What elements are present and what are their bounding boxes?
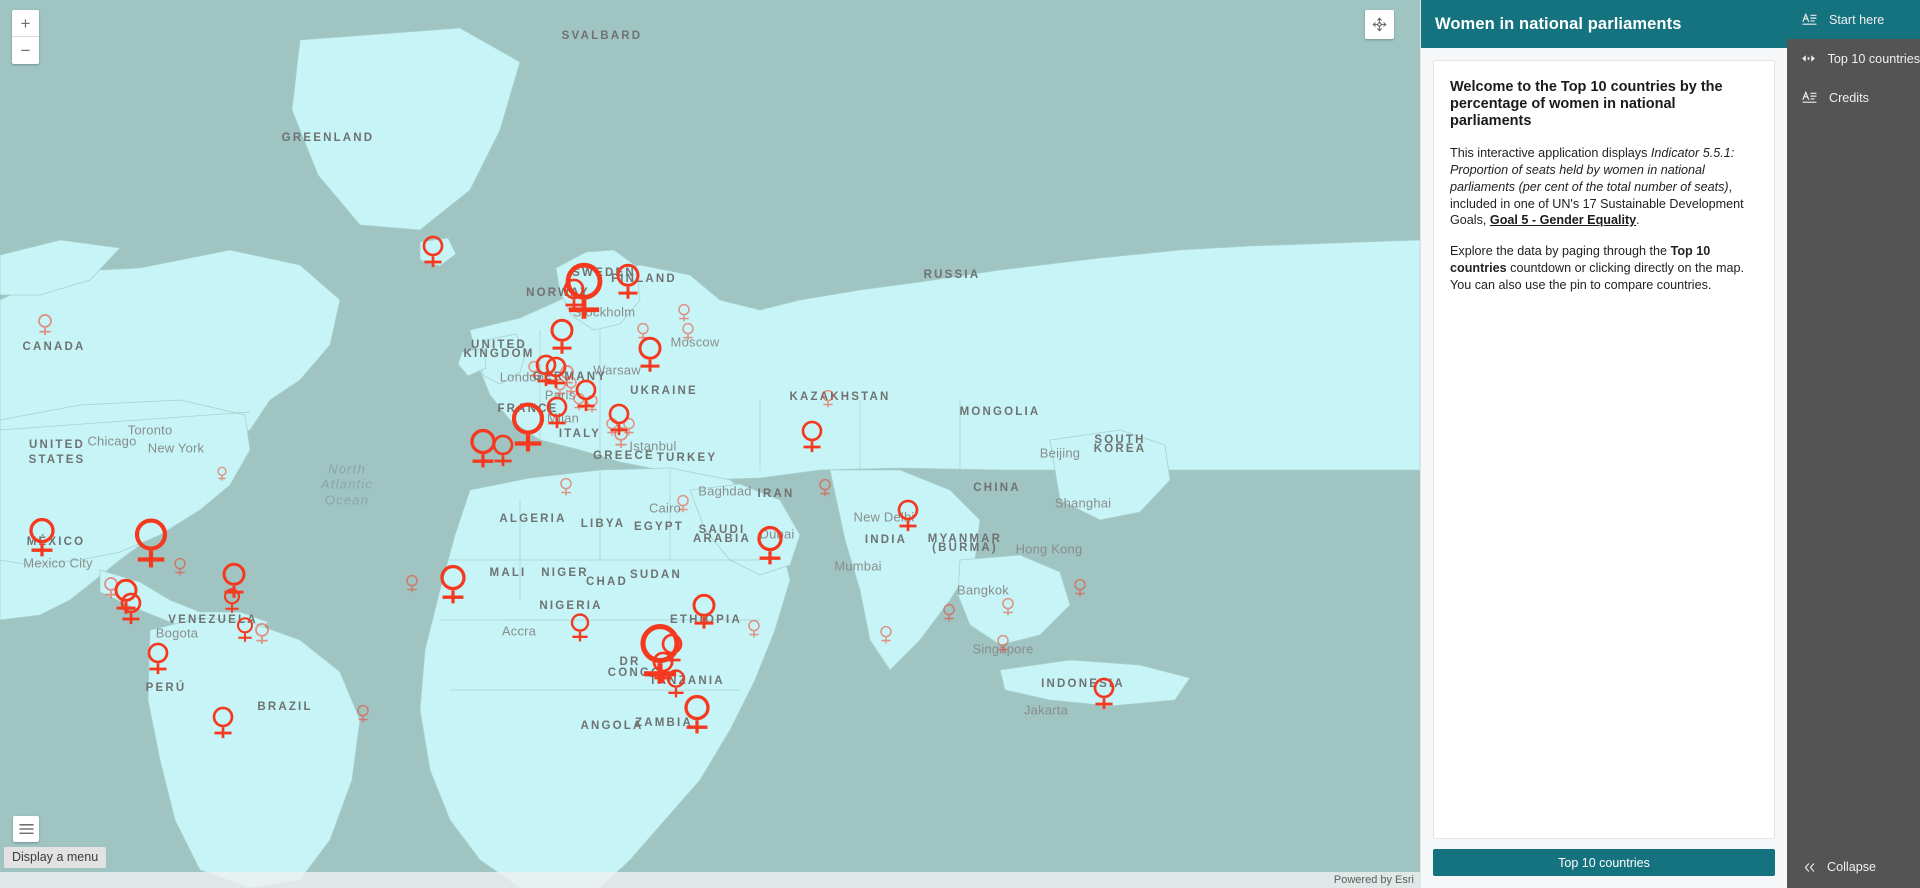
rail-item-label: Top 10 countries (1827, 51, 1920, 66)
map-canvas[interactable]: SVALBARD GREENLAND RUSSIA CANADA SWEDEN FINLA… (0, 0, 1420, 888)
text-lines-icon (1801, 91, 1818, 104)
p2-text-a: Explore the data by paging through the (1450, 244, 1671, 259)
application-root: SVALBARD GREENLAND RUSSIA CANADA SWEDEN FINLA… (0, 0, 1920, 888)
rail-item-list: Start here Top 10 countries Credits (1787, 0, 1920, 117)
country-marker-venus-icon[interactable] (681, 321, 696, 343)
intro-paragraph-2: Explore the data by paging through the T… (1450, 243, 1758, 293)
country-marker-venus-icon[interactable] (405, 573, 420, 595)
side-panel: Women in national parliaments Welcome to… (1420, 0, 1787, 888)
intro-card: Welcome to the Top 10 countries by the p… (1433, 60, 1775, 839)
country-marker-venus-icon[interactable] (690, 591, 718, 633)
country-marker-venus-icon[interactable] (612, 425, 630, 451)
menu-tooltip: Display a menu (4, 847, 107, 868)
country-marker-venus-icon[interactable] (942, 602, 957, 624)
country-marker-venus-icon[interactable] (747, 618, 762, 640)
country-marker-venus-icon[interactable] (799, 418, 824, 456)
collapse-button[interactable]: Collapse (1787, 846, 1920, 888)
intro-paragraph-1: This interactive application displays In… (1450, 145, 1758, 229)
country-marker-venus-icon[interactable] (561, 276, 586, 314)
country-marker-venus-icon[interactable] (210, 704, 235, 742)
country-marker-venus-icon[interactable] (1001, 596, 1016, 618)
country-marker-venus-icon[interactable] (1073, 577, 1088, 599)
left-right-arrows-icon (1801, 53, 1817, 64)
country-marker-venus-icon[interactable] (996, 633, 1011, 655)
country-marker-venus-icon[interactable] (527, 359, 542, 381)
map-attribution-bar: Powered by Esri (0, 872, 1420, 888)
country-marker-venus-icon[interactable] (1091, 675, 1116, 713)
double-chevron-left-icon (1801, 862, 1818, 873)
card-heading: Welcome to the Top 10 countries by the p… (1450, 79, 1723, 129)
country-marker-venus-icon[interactable] (755, 523, 786, 568)
panel-body: Welcome to the Top 10 countries by the p… (1421, 48, 1787, 839)
country-marker-venus-icon[interactable] (235, 615, 255, 645)
country-marker-venus-icon[interactable] (132, 515, 170, 572)
country-marker-venus-icon[interactable] (676, 493, 691, 515)
country-marker-venus-icon[interactable] (253, 621, 271, 647)
country-marker-venus-icon[interactable] (636, 334, 664, 376)
world-map-graphic (0, 0, 1420, 888)
rail-item-start-here[interactable]: Start here (1787, 0, 1920, 39)
country-marker-venus-icon[interactable] (818, 477, 833, 499)
p1-text-c: . (1636, 213, 1640, 228)
hamburger-menu-icon[interactable] (13, 816, 39, 842)
map-zoom-controls[interactable]: + − (12, 10, 39, 64)
country-marker-venus-icon[interactable] (216, 465, 229, 483)
p1-text-a: This interactive application displays (1450, 146, 1651, 161)
top-10-countries-button[interactable]: Top 10 countries (1433, 849, 1775, 876)
country-marker-venus-icon[interactable] (544, 394, 569, 432)
country-marker-venus-icon[interactable] (27, 515, 58, 560)
goal5-link[interactable]: Goal 5 - Gender Equality (1490, 213, 1636, 227)
attribution-text: Powered by Esri (1333, 874, 1414, 886)
country-marker-venus-icon[interactable] (614, 261, 642, 303)
country-marker-venus-icon[interactable] (420, 233, 445, 271)
country-marker-venus-icon[interactable] (356, 703, 371, 725)
rail-item-label: Start here (1829, 12, 1885, 27)
text-lines-icon (1801, 13, 1818, 26)
country-marker-venus-icon[interactable] (821, 388, 836, 410)
rail-item-top-10-countries[interactable]: Top 10 countries (1787, 39, 1920, 78)
panel-footer: Top 10 countries (1421, 839, 1787, 888)
country-marker-venus-icon[interactable] (569, 611, 592, 645)
navigation-rail: Start here Top 10 countries Credits Collap… (1787, 0, 1920, 888)
country-marker-venus-icon[interactable] (118, 590, 143, 628)
pan-arrows-icon[interactable] (1365, 10, 1394, 39)
zoom-in-button[interactable]: + (12, 10, 39, 37)
country-marker-venus-icon[interactable] (895, 497, 920, 535)
zoom-out-button[interactable]: − (12, 37, 39, 64)
rail-item-label: Credits (1829, 90, 1869, 105)
country-marker-venus-icon[interactable] (36, 312, 54, 338)
country-marker-venus-icon[interactable] (173, 556, 188, 578)
country-marker-venus-icon[interactable] (585, 393, 600, 415)
country-marker-venus-icon[interactable] (559, 476, 574, 498)
country-marker-venus-icon[interactable] (490, 432, 515, 470)
country-marker-venus-icon[interactable] (682, 692, 713, 737)
collapse-label: Collapse (1827, 860, 1877, 874)
country-marker-venus-icon[interactable] (222, 586, 242, 616)
page-title: Women in national parliaments (1435, 14, 1682, 33)
rail-spacer (1787, 117, 1920, 846)
country-marker-venus-icon[interactable] (145, 640, 170, 678)
country-marker-venus-icon[interactable] (879, 624, 894, 646)
rail-item-credits[interactable]: Credits (1787, 78, 1920, 117)
country-marker-venus-icon[interactable] (438, 562, 469, 607)
panel-header: Women in national parliaments (1421, 0, 1787, 48)
